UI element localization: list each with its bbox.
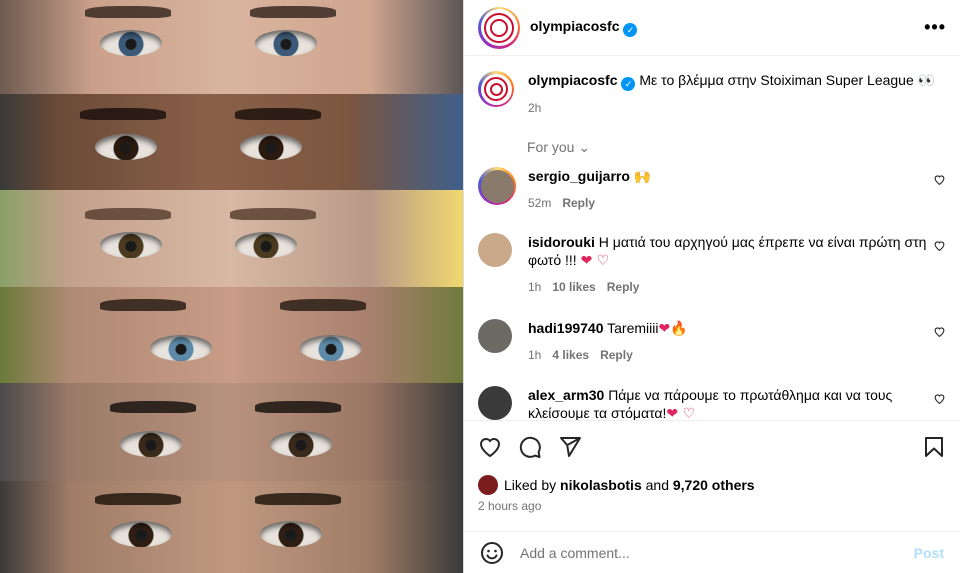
like-comment-heart-icon[interactable] [933,325,946,338]
bookmark-icon[interactable] [922,435,946,459]
likes-others[interactable]: 9,720 others [673,477,755,493]
post-button[interactable]: Post [914,545,944,561]
more-options-icon[interactable]: ••• [924,17,946,38]
like-comment-heart-icon[interactable] [933,173,946,186]
author-username[interactable]: olympiacosfc ✓ [530,18,638,37]
liker-avatar[interactable] [478,475,498,495]
heart-emoji-icon: ❤ ♡ [666,406,696,420]
author-avatar[interactable] [478,6,520,49]
eyes-strip-2 [0,94,463,190]
commenter-avatar[interactable] [478,386,512,420]
comment-username[interactable]: alex_arm30 [528,387,604,403]
olympiacos-logo-icon [484,12,514,43]
comment-time: 1h [528,348,542,362]
caption-avatar[interactable] [478,71,514,107]
reply-button[interactable]: Reply [600,346,633,364]
comment-item: alex_arm30 Πάμε να πάρουμε το πρωτάθλημα… [478,386,946,420]
verified-badge-icon: ✓ [621,77,636,91]
liked-user[interactable]: nikolasbotis [560,477,642,493]
comment-bubble-icon[interactable] [518,435,542,459]
like-heart-icon[interactable] [478,435,502,459]
reply-button[interactable]: Reply [562,194,595,212]
caption-time: 2h [528,101,542,115]
eyes-strip-6 [0,481,463,573]
comment-input[interactable] [520,544,914,561]
comment-time: 1h [528,280,542,294]
for-you-filter[interactable]: For you ⌄ [527,139,590,156]
post-time: 2 hours ago [478,499,542,513]
reply-button[interactable]: Reply [607,278,640,296]
eyes-strip-4 [0,287,463,383]
olympiacos-logo-icon [484,77,508,101]
post-actions: Liked by nikolasbotis and 9,720 others 2… [464,420,960,530]
like-comment-heart-icon[interactable] [933,239,946,252]
likes-summary: Liked by nikolasbotis and 9,720 others [478,475,946,495]
commenter-avatar[interactable] [478,319,512,353]
heart-fire-emoji-icon: ❤🔥 [658,321,688,337]
eyes-strip-1 [0,0,463,94]
comment-time: 52m [528,196,552,210]
comment-username[interactable]: hadi199740 [528,320,604,336]
post-panel: olympiacosfc ✓ ••• olympiacosfc ✓ Με το βλ… [463,0,960,573]
add-comment-bar: Post [464,531,960,573]
comment-username[interactable]: isidorouki [528,234,595,250]
post-image[interactable] [0,0,463,573]
eyes-strip-5 [0,383,463,481]
verified-badge-icon: ✓ [623,23,638,37]
raised-hands-emoji-icon: 🙌 [633,169,652,185]
comment-item: hadi199740 Taremiiii❤🔥 1h 4 likes Reply [478,319,946,364]
commenter-avatar[interactable] [478,233,512,267]
comment-username[interactable]: sergio_guijarro [528,168,630,184]
caption-username[interactable]: olympiacosfc [528,72,617,88]
eyes-emoji-icon: 👀 [917,73,936,89]
liked-by-label: Liked by [504,477,557,493]
caption-text: Με το βλέμμα στην Stoiximan Super League [639,72,914,88]
caption-row: olympiacosfc ✓ Με το βλέμμα στην Stoixima… [478,71,946,117]
heart-emoji-icon: ❤ ♡ [580,253,610,269]
liked-and-label: and [645,477,669,493]
comments-list[interactable]: olympiacosfc ✓ Με το βλέμμα στην Stoixima… [464,57,960,420]
commenter-avatar[interactable] [478,167,516,205]
eyes-strip-3 [0,190,463,287]
share-send-icon[interactable] [558,435,582,459]
comment-likes[interactable]: 4 likes [552,346,589,364]
comment-likes[interactable]: 10 likes [552,278,595,296]
comment-text: Taremiiii [607,320,659,336]
comment-item: sergio_guijarro 🙌 52m Reply [478,167,946,212]
post-header: olympiacosfc ✓ ••• [464,0,960,56]
like-comment-heart-icon[interactable] [933,392,946,405]
chevron-down-icon: ⌄ [578,139,591,155]
comment-item: isidorouki Η ματιά του αρχηγού μας έπρεπ… [478,233,946,296]
smiley-icon[interactable] [480,541,504,565]
